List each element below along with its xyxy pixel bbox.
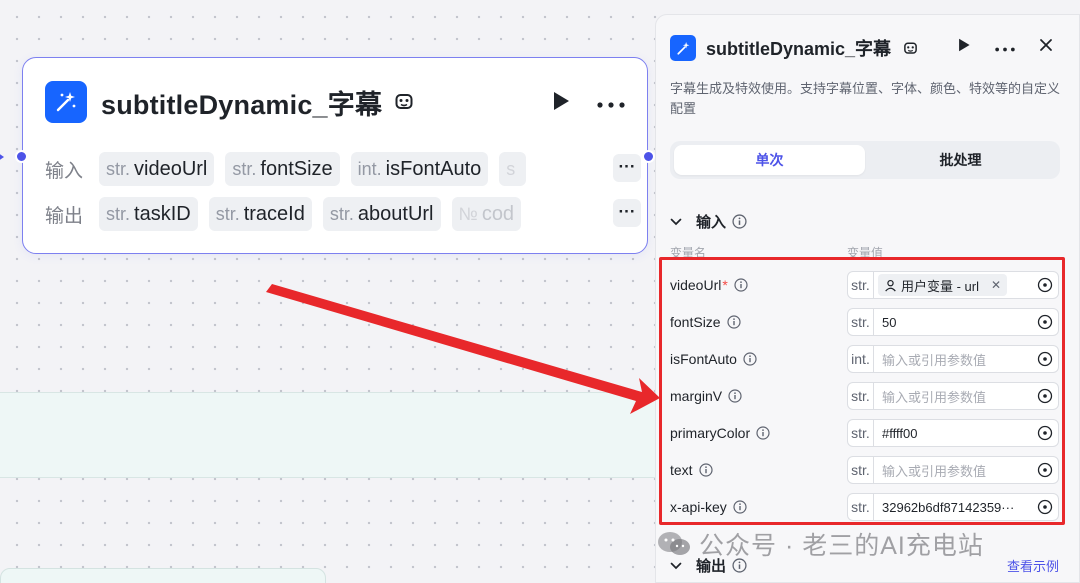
panel-description: 字幕生成及特效使用。支持字幕位置、字体、颜色、特效等的自定义配置 — [670, 81, 1061, 116]
view-example-link[interactable]: 查看示例 — [1007, 556, 1059, 575]
panel-actions — [957, 37, 1053, 58]
mask-icon — [903, 41, 918, 56]
input-section-label: 输入 — [696, 214, 727, 231]
output-chip: № cod — [451, 197, 522, 231]
input-section-header[interactable]: 输入 — [670, 211, 747, 232]
more-icon[interactable] — [597, 95, 625, 113]
input-chip: str. fontSize — [225, 152, 340, 186]
edge-arrow — [0, 150, 4, 164]
watermark: 公众号 · 老三的AI充电站 — [657, 526, 984, 562]
input-chip: str. videoUrl — [99, 152, 215, 186]
outputs-label: 输出 — [45, 205, 84, 227]
close-icon[interactable] — [1039, 38, 1053, 57]
node-outputs-row: 输出 str. taskID str. traceId str. aboutUrl №… — [45, 197, 619, 231]
node-header: subtitleDynamic_字幕 — [45, 81, 414, 123]
chevron-down-icon — [670, 562, 682, 570]
wechat-icon — [657, 530, 691, 558]
inputs-label: 输入 — [45, 160, 84, 182]
output-chip: str. taskID — [99, 197, 198, 231]
run-mode-tabs: 单次 批处理 — [670, 141, 1060, 179]
input-port[interactable] — [15, 150, 28, 163]
output-chip: str. traceId — [208, 197, 312, 231]
more-icon[interactable] — [995, 39, 1015, 57]
highlight-box — [659, 257, 1065, 525]
info-icon — [732, 214, 747, 229]
input-chip: int. isFontAuto — [350, 152, 489, 186]
magic-wand-icon — [45, 81, 87, 123]
tab-single[interactable]: 单次 — [674, 145, 865, 175]
canvas-node-background — [0, 392, 660, 478]
output-port[interactable] — [642, 150, 655, 163]
play-icon[interactable] — [957, 37, 971, 58]
mask-icon — [394, 92, 414, 112]
node-title: subtitleDynamic_字幕 — [101, 89, 383, 120]
canvas-node-background — [0, 568, 326, 583]
output-chip: str. aboutUrl — [322, 197, 441, 231]
inputs-more-button[interactable]: ··· — [613, 154, 641, 182]
panel-header: subtitleDynamic_字幕 — [670, 35, 918, 61]
magic-wand-icon — [670, 35, 696, 61]
tab-batch[interactable]: 批处理 — [865, 145, 1056, 175]
node-inputs-row: 输入 str. videoUrl str. fontSize int. isFontA… — [45, 152, 619, 186]
panel-title: subtitleDynamic_字幕 — [706, 39, 892, 59]
play-icon[interactable] — [551, 90, 571, 117]
input-chip: s — [499, 152, 527, 186]
plugin-node-card[interactable]: subtitleDynamic_字幕 输入 str. videoUrl str. f… — [15, 57, 655, 254]
outputs-more-button[interactable]: ··· — [613, 199, 641, 227]
node-actions — [551, 90, 625, 117]
chevron-down-icon — [670, 218, 682, 226]
